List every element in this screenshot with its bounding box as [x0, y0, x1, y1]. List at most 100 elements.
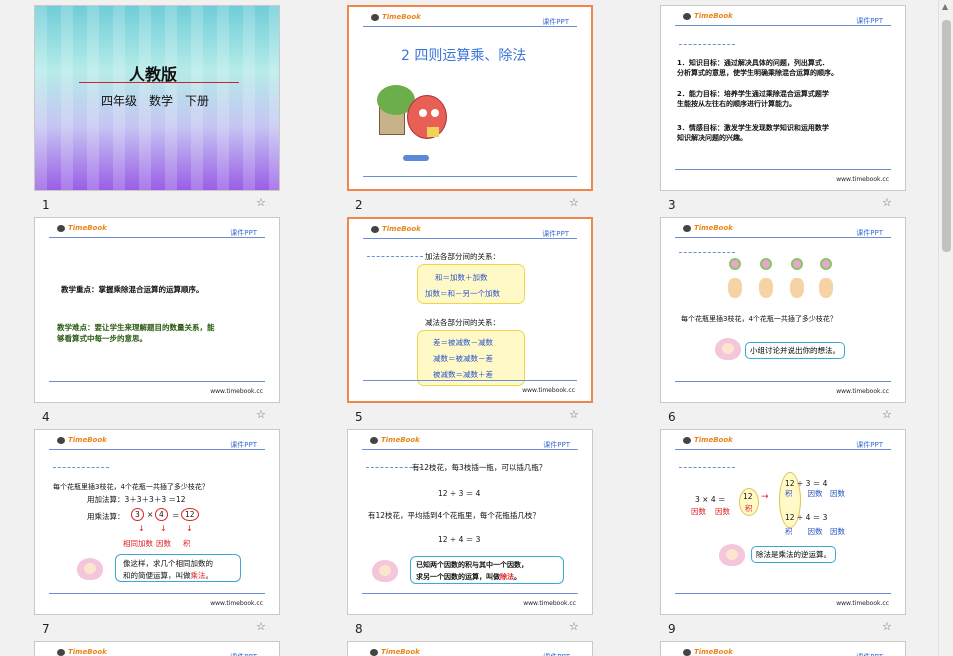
footer-line — [675, 593, 891, 594]
star-icon[interactable]: ☆ — [882, 196, 892, 209]
bubble-text: 求另一个因数的运算，叫做除法。 — [416, 573, 521, 581]
relation-text: 加数＝和－另一个加数 — [425, 289, 500, 298]
slide-canvas[interactable]: TimeBook 课件PPT 2 四则运算乘、除法 — [347, 5, 593, 191]
slide-thumb-8[interactable]: TimeBook 课件PPT 有12枝花，每3枝插一瓶，可以插几瓶？ 12 ÷ … — [347, 429, 593, 636]
dashed-line — [679, 252, 735, 253]
header-line — [49, 449, 265, 450]
site-url: www.timebook.cc — [210, 600, 263, 607]
dashed-line — [679, 44, 735, 45]
multiplication-label: 用乘法算： — [87, 512, 125, 521]
slide-thumb-12[interactable]: TimeBook 课件PPT — [660, 641, 906, 656]
speech-bubble: 除法是乘法的逆运算。 — [751, 546, 836, 563]
brand-logo: TimeBook — [683, 12, 733, 20]
slide-thumb-11[interactable]: TimeBook 课件PPT — [347, 641, 593, 656]
term-label: 积 因数 因数 — [785, 527, 845, 536]
slide-thumb-9[interactable]: TimeBook 课件PPT 3 × 4 ＝ 因数 因数 12 积 → 12 ÷… — [660, 429, 906, 636]
slide-thumb-6[interactable]: TimeBook 课件PPT 每个花瓶里插3枝花，4个花瓶一共插了多少枝花？ 小… — [660, 217, 906, 424]
slide-canvas[interactable]: 人教版 四年级 数学 下册 — [34, 5, 280, 191]
arrow-down-icon: ↓ — [138, 524, 145, 533]
header-line — [363, 26, 577, 27]
slide-canvas[interactable]: TimeBook 课件PPT 教学重点：掌握乘除混合运算的运算顺序。 教学难点：… — [34, 217, 280, 403]
site-url: www.timebook.cc — [210, 388, 263, 395]
dashed-line — [679, 467, 735, 468]
ppt-tag: 课件PPT — [856, 652, 883, 656]
slide-number: 4 — [42, 410, 50, 424]
slide-thumb-7[interactable]: TimeBook 课件PPT 每个花瓶里插3枝花，4个花瓶一共插了多少枝花？ 用… — [34, 429, 280, 636]
key-point-text: 教学重点：掌握乘除混合运算的运算顺序。 — [61, 285, 204, 294]
brand-logo: TimeBook — [371, 225, 421, 233]
dashed-line — [53, 467, 109, 468]
star-icon[interactable]: ☆ — [569, 196, 579, 209]
star-icon[interactable]: ☆ — [882, 408, 892, 421]
star-icon[interactable]: ☆ — [256, 408, 266, 421]
question-text: 有12枝花，平均插到4个花瓶里，每个花瓶插几枝？ — [368, 511, 540, 520]
relation-text: 被减数＝减数＋差 — [433, 370, 493, 379]
brand-logo: TimeBook — [683, 224, 733, 232]
site-url: www.timebook.cc — [836, 176, 889, 183]
difficulty-text: 够看算式中每一步的意思。 — [57, 334, 147, 343]
star-icon[interactable]: ☆ — [256, 620, 266, 633]
product-label: 积 — [745, 504, 753, 513]
header-line — [49, 237, 265, 238]
girl-icon — [715, 338, 741, 360]
scroll-up-icon[interactable]: ▲ — [942, 2, 948, 11]
slide-thumb-3[interactable]: TimeBook 课件PPT 1．知识目标：通过解决具体的问题，列出算式． 分析… — [660, 5, 906, 212]
term-label: 积 — [183, 539, 191, 548]
star-icon[interactable]: ☆ — [569, 408, 579, 421]
brand-logo: TimeBook — [370, 436, 420, 444]
slide-canvas[interactable]: TimeBook 课件PPT 加法各部分间的关系： 和＝加数＋加数 加数＝和－另… — [347, 217, 593, 403]
term-label: 因数 — [691, 507, 706, 516]
dashed-line — [367, 256, 423, 257]
speech-bubble: 小组讨论并说出你的想法。 — [745, 342, 845, 359]
equation-text: 12 ÷ 3 ＝ 4 — [438, 489, 481, 498]
brand-logo: TimeBook — [57, 224, 107, 232]
brand-logo: TimeBook — [57, 436, 107, 444]
vertical-scrollbar[interactable]: ▲ — [938, 0, 953, 656]
star-icon[interactable]: ☆ — [882, 620, 892, 633]
difficulty-text: 教学难点：要让学生来理解题目的数量关系，能 — [57, 323, 215, 332]
factor-circle: 3 — [131, 508, 144, 521]
factor-circle: 4 — [155, 508, 168, 521]
slide-canvas[interactable]: TimeBook 课件PPT 1．知识目标：通过解决具体的问题，列出算式． 分析… — [660, 5, 906, 191]
ppt-tag: 课件PPT — [230, 652, 257, 656]
footer-line — [49, 593, 265, 594]
slide-canvas[interactable]: TimeBook 课件PPT 有12枝花，每3枝插一瓶，可以插几瓶？ 12 ÷ … — [347, 429, 593, 615]
scrollbar-thumb[interactable] — [942, 20, 951, 252]
slide-number: 8 — [355, 622, 363, 636]
relation-text: 和＝加数＋加数 — [435, 273, 488, 282]
bubble-text: 已知两个因数的积与其中一个因数， — [416, 561, 528, 569]
slide-canvas[interactable]: TimeBook 课件PPT 3 × 4 ＝ 因数 因数 12 积 → 12 ÷… — [660, 429, 906, 615]
slide-number: 5 — [355, 410, 363, 424]
brand-logo: TimeBook — [371, 13, 421, 21]
term-label: 因数 — [156, 539, 171, 548]
term-label: 相同加数 — [123, 539, 153, 548]
slide-canvas[interactable]: TimeBook 课件PPT 每个花瓶里插3枝花，4个花瓶一共插了多少枝花？ 用… — [34, 429, 280, 615]
footer-line — [49, 381, 265, 382]
slide-subtitle: 四年级 数学 下册 — [101, 94, 210, 108]
slide-thumb-10[interactable]: TimeBook 课件PPT — [34, 641, 280, 656]
slide-number: 9 — [668, 622, 676, 636]
product-circle: 12 — [181, 508, 199, 521]
slide-thumb-5[interactable]: TimeBook 课件PPT 加法各部分间的关系： 和＝加数＋加数 加数＝和－另… — [347, 217, 593, 424]
star-icon[interactable]: ☆ — [569, 620, 579, 633]
slide-thumb-2[interactable]: TimeBook 课件PPT 2 四则运算乘、除法 2 ☆ — [347, 5, 593, 212]
title-divider — [79, 82, 239, 83]
site-url: www.timebook.cc — [836, 600, 889, 607]
header-line — [363, 238, 577, 239]
star-icon[interactable]: ☆ — [256, 196, 266, 209]
objective-text: 1．知识目标：通过解决具体的问题，列出算式． — [677, 59, 829, 67]
relation-text: 差＝被减数－减数 — [433, 338, 493, 347]
slide-thumb-1[interactable]: 人教版 四年级 数学 下册 1 ☆ — [34, 5, 280, 212]
footer-line — [362, 593, 578, 594]
girl-icon — [77, 558, 103, 580]
slide-canvas[interactable]: TimeBook 课件PPT 每个花瓶里插3枝花，4个花瓶一共插了多少枝花？ 小… — [660, 217, 906, 403]
times-sign: × — [147, 510, 154, 519]
slide-number: 1 — [42, 198, 50, 212]
product-value: 12 — [743, 492, 753, 501]
relation-text: 减数＝被减数－差 — [433, 354, 493, 363]
bubble-text: 和的简便运算，叫做乘法。 — [123, 571, 213, 580]
slide-number: 7 — [42, 622, 50, 636]
arrow-right-icon: → — [761, 492, 769, 502]
slide-thumbnail-grid: 人教版 四年级 数学 下册 1 ☆ TimeBook 课件PPT 2 四则运算乘… — [0, 0, 938, 656]
slide-thumb-4[interactable]: TimeBook 课件PPT 教学重点：掌握乘除混合运算的运算顺序。 教学难点：… — [34, 217, 280, 424]
